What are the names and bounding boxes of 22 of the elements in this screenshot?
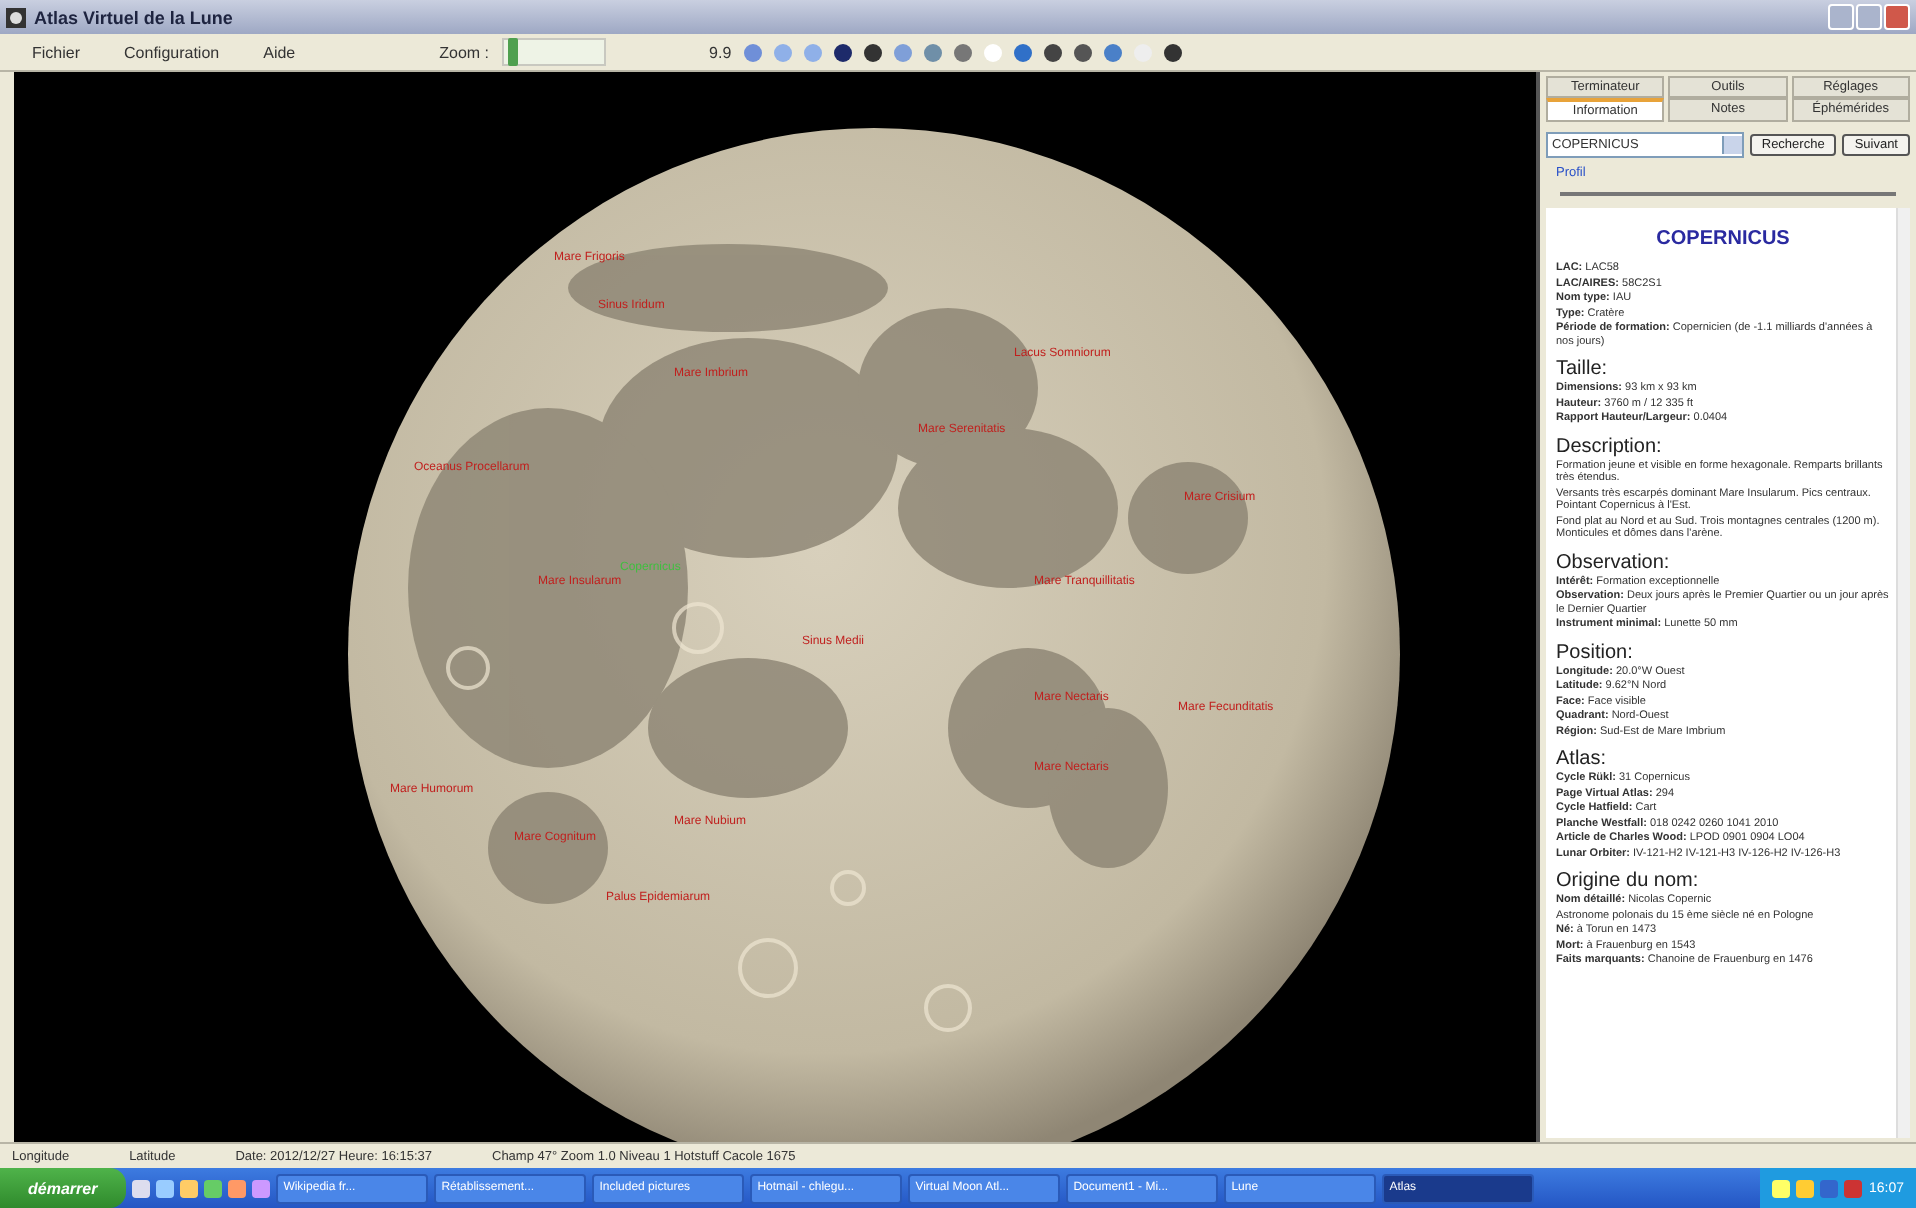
- zoom-value: 9.9: [709, 43, 732, 61]
- app-icon: [6, 7, 26, 27]
- moon-map[interactable]: [14, 72, 1536, 1142]
- window-title: Atlas Virtuel de la Lune: [34, 7, 233, 27]
- close-button[interactable]: [1884, 4, 1910, 30]
- section-heading: Origine du nom:: [1556, 870, 1701, 892]
- scrollbar[interactable]: [1896, 208, 1910, 1138]
- section-heading: Taille:: [1556, 358, 1610, 380]
- zoom-label: Zoom :: [439, 43, 490, 61]
- section-heading: Atlas:: [1556, 748, 1609, 770]
- section-heading: Description:: [1556, 435, 1664, 457]
- menu-item[interactable]: Configuration: [104, 43, 240, 61]
- zoom-slider[interactable]: [501, 38, 606, 66]
- slider-thumb[interactable]: [508, 38, 519, 66]
- start-button[interactable]: démarrer: [0, 1168, 126, 1208]
- info-title: COPERNICUS: [1654, 228, 1792, 250]
- menu-item[interactable]: Aide: [243, 43, 316, 61]
- section-heading: Position:: [1556, 641, 1635, 663]
- maximize-button[interactable]: [1856, 4, 1882, 30]
- menu-item[interactable]: Fichier: [12, 43, 101, 61]
- section-heading: Observation:: [1556, 551, 1672, 573]
- minimize-button[interactable]: [1828, 4, 1854, 30]
